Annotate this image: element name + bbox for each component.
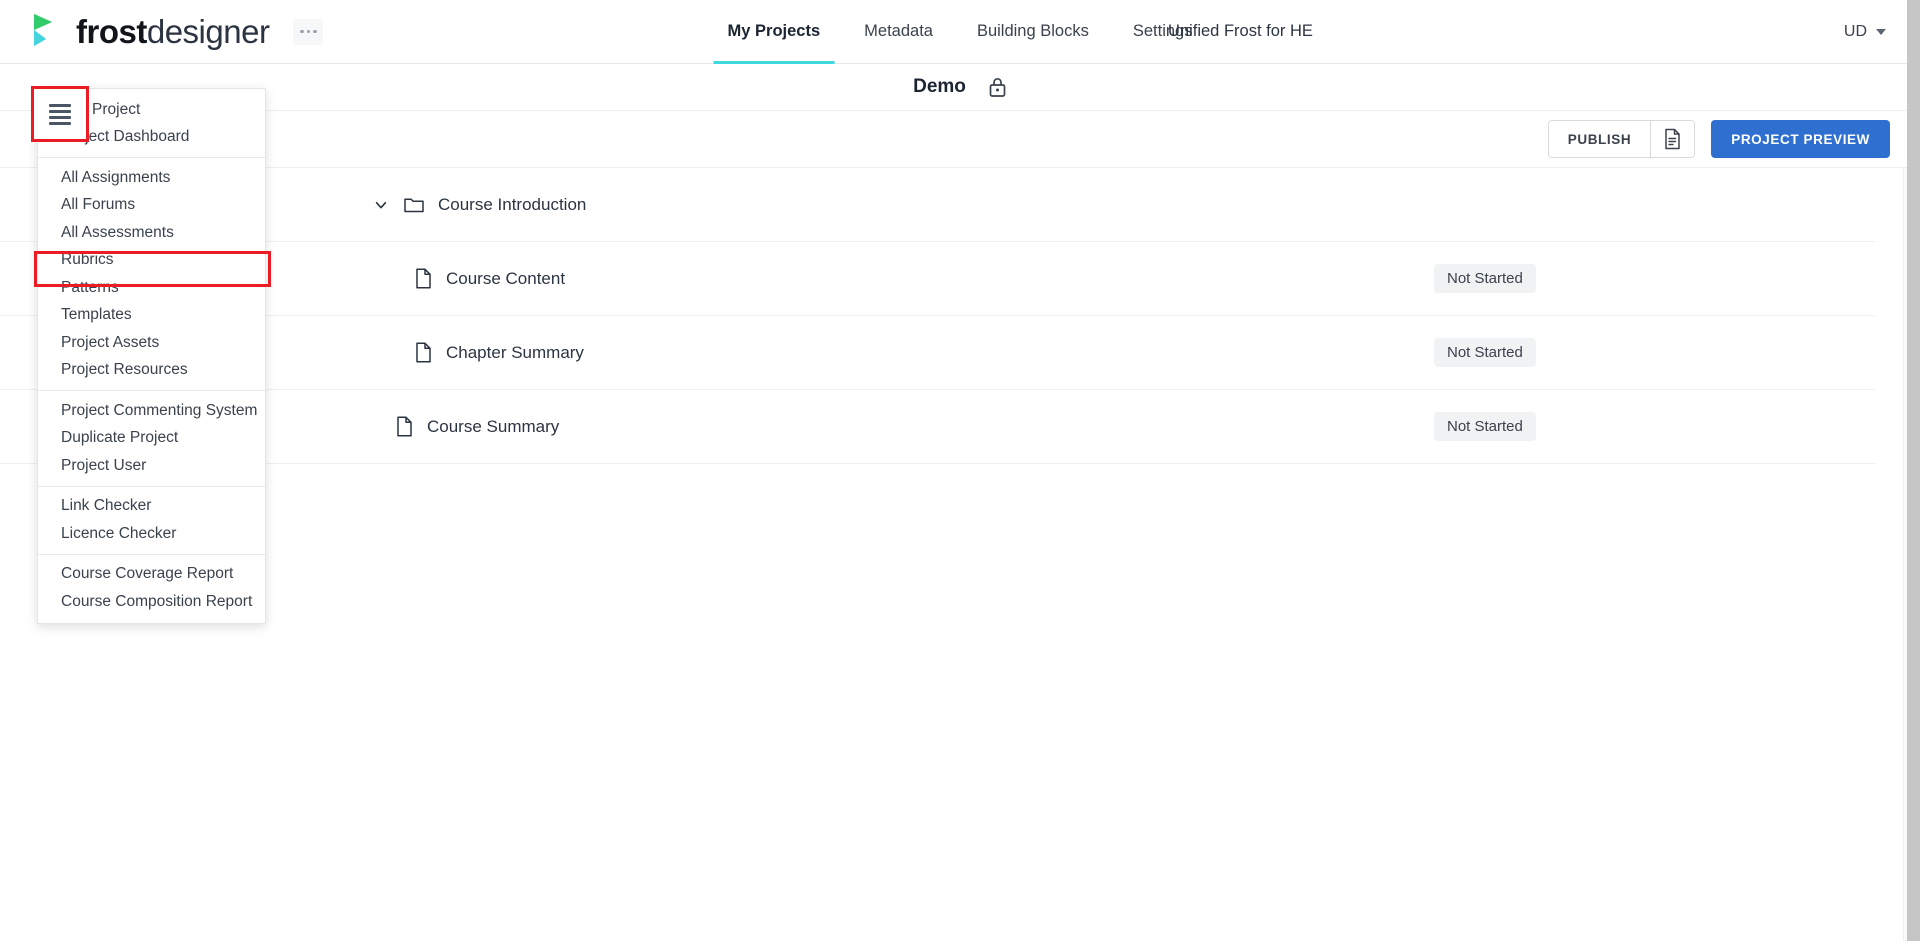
menu-item-course-composition-report[interactable]: Course Composition Report xyxy=(38,588,265,616)
menu-item-licence-checker[interactable]: Licence Checker xyxy=(38,520,265,548)
user-menu[interactable]: UD xyxy=(1844,23,1886,41)
menu-divider xyxy=(38,553,265,555)
menu-item-all-forums[interactable]: All Forums xyxy=(38,192,265,220)
menu-item-project-resources[interactable]: Project Resources xyxy=(38,357,265,385)
menu-item-duplicate-project[interactable]: Duplicate Project xyxy=(38,425,265,453)
menu-divider xyxy=(38,390,265,391)
frost-logo-icon xyxy=(34,13,52,46)
user-initials: UD xyxy=(1843,22,1867,40)
publish-button[interactable]: PUBLISH xyxy=(1548,121,1651,157)
menu-item-project-assets[interactable]: Project Assets xyxy=(38,329,265,357)
table-row[interactable]: Course Introduction xyxy=(0,168,1875,242)
tree-node-label: Course Summary xyxy=(427,416,560,436)
hamburger-bar xyxy=(49,115,71,119)
page-title: Demo xyxy=(913,76,966,97)
tab-building-blocks[interactable]: Building Blocks xyxy=(955,0,1111,64)
document-icon xyxy=(1665,128,1680,150)
lock-icon[interactable] xyxy=(988,76,1007,98)
project-title-bar: Demo xyxy=(0,64,1920,111)
menu-item-patterns[interactable]: Patterns xyxy=(38,274,265,302)
document-icon xyxy=(397,416,412,437)
brand-logo-group[interactable]: frostdesigner xyxy=(30,12,324,52)
kebab-dot xyxy=(300,29,304,34)
menu-item-project-commenting-system[interactable]: Project Commenting System xyxy=(38,397,265,425)
menu-item-course-coverage-report[interactable]: Course Coverage Report xyxy=(38,561,265,589)
status-badge: Not Started xyxy=(1434,412,1536,441)
project-preview-button[interactable]: PROJECT PREVIEW xyxy=(1711,120,1890,158)
toolbar-actions: PUBLISH PROJECT PREVIEW xyxy=(1547,120,1890,158)
status-badge: Not Started xyxy=(1434,338,1536,367)
folder-icon xyxy=(404,198,424,213)
chevron-down-icon[interactable] xyxy=(374,198,388,212)
hamburger-bar xyxy=(49,109,71,113)
organisation-name: Unified Frost for HE xyxy=(1168,22,1313,40)
kebab-dot xyxy=(306,29,311,34)
project-dropdown-menu: Edit Project Project Dashboard All Assig… xyxy=(34,88,271,624)
menu-item-all-assignments[interactable]: All Assignments xyxy=(38,164,265,192)
document-icon xyxy=(416,268,431,289)
chevron-down-icon xyxy=(1876,28,1886,35)
menu-item-templates[interactable]: Templates xyxy=(38,302,265,330)
project-menu-button[interactable] xyxy=(31,86,89,142)
table-row[interactable]: Chapter Summary Not Started xyxy=(0,316,1875,390)
top-header: frostdesigner My Projects Metadata Build… xyxy=(0,0,1920,64)
brand-text: frostdesigner xyxy=(76,13,270,50)
page-scrollbar[interactable] xyxy=(1907,0,1920,941)
tab-metadata[interactable]: Metadata xyxy=(842,0,955,64)
kebab-dot xyxy=(313,29,317,34)
main-navigation: My Projects Metadata Building Blocks Set… xyxy=(706,0,1215,64)
document-button[interactable] xyxy=(1650,121,1695,157)
menu-divider xyxy=(38,157,265,158)
status-badge: Not Started xyxy=(1434,264,1536,293)
table-row[interactable]: Course Content Not Started xyxy=(0,242,1875,316)
menu-item-project-user[interactable]: Project User xyxy=(38,452,265,480)
document-icon xyxy=(416,342,431,363)
course-tree: Course Introduction Course Content Not S… xyxy=(0,168,1920,941)
table-row[interactable]: Course Summary Not Started xyxy=(0,390,1875,464)
menu-item-rubrics[interactable]: Rubrics xyxy=(38,247,265,275)
tree-node-label: Course Content xyxy=(446,268,566,288)
brand-name-bold: frost xyxy=(76,13,147,50)
tab-my-projects[interactable]: My Projects xyxy=(706,0,843,64)
project-toolbar: PUBLISH PROJECT PREVIEW xyxy=(0,86,1920,168)
brand-name-light: designer xyxy=(146,13,270,50)
menu-item-all-assessments[interactable]: All Assessments xyxy=(38,219,265,247)
kebab-menu-icon[interactable] xyxy=(293,18,324,45)
tree-node-label: Course Introduction xyxy=(438,194,587,214)
menu-item-link-checker[interactable]: Link Checker xyxy=(38,493,265,521)
publish-button-group: PUBLISH xyxy=(1547,120,1696,158)
tree-node-label: Chapter Summary xyxy=(446,342,584,362)
hamburger-bar xyxy=(49,121,71,125)
hamburger-icon xyxy=(49,103,71,125)
hamburger-bar xyxy=(49,103,71,107)
menu-divider xyxy=(38,485,265,487)
